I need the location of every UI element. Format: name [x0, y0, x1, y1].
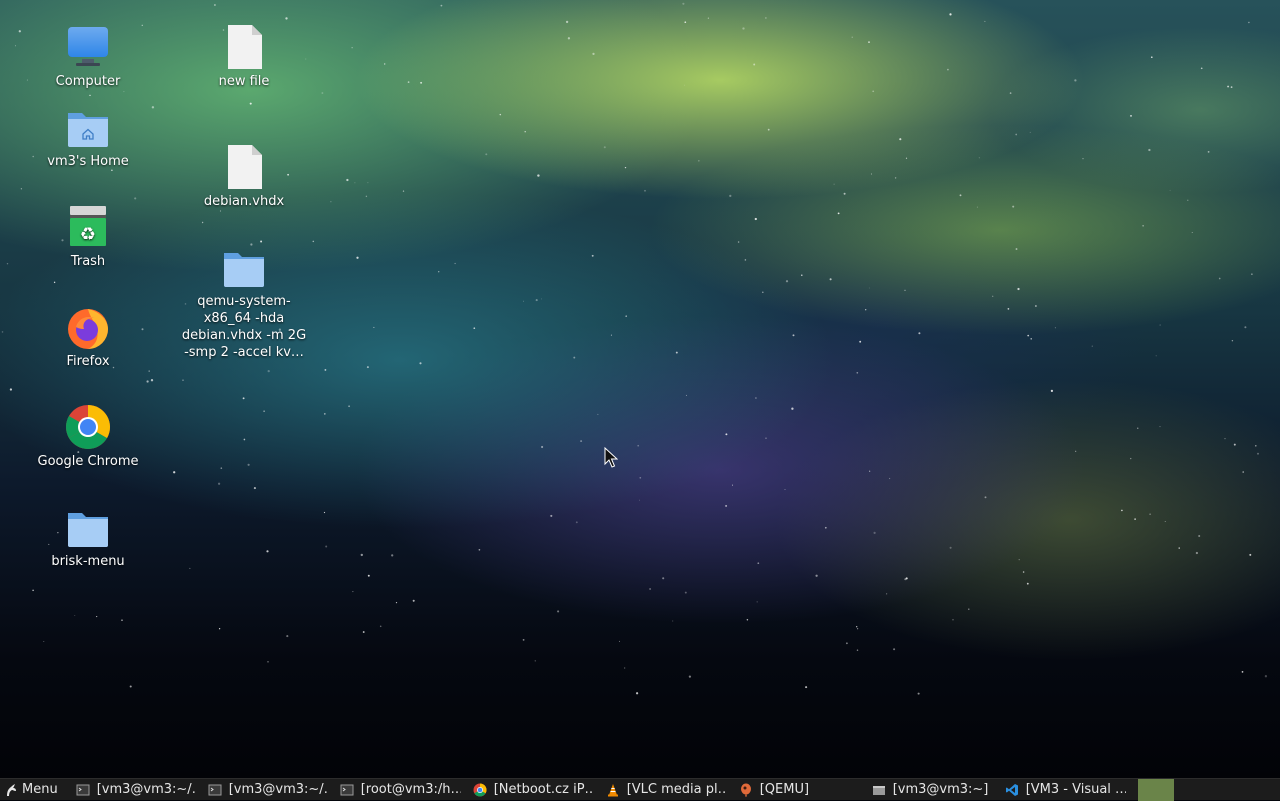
taskbar-item-vscode[interactable]: [VM3 - Visual …: [999, 779, 1132, 801]
desktop-icon-qemu-folder[interactable]: qemu-system-x86_64 -hda debian.vhdx -m 2…: [174, 243, 314, 361]
desktop-icon-label: qemu-system-x86_64 -hda debian.vhdx -m 2…: [181, 294, 307, 360]
taskbar-item-vlc[interactable]: [VLC media pl…: [600, 779, 733, 801]
menu-button[interactable]: Menu: [0, 779, 70, 801]
file-icon: [228, 25, 262, 69]
chrome-icon: [66, 405, 110, 449]
desktop-icon-label: Trash: [70, 254, 106, 269]
desktop-icon-computer[interactable]: Computer: [18, 23, 158, 90]
terminal-icon: [76, 784, 90, 795]
taskbar-item-file-manager[interactable]: [vm3@vm3:~]: [866, 779, 999, 801]
taskbar-item-label: [root@vm3:/h…: [360, 782, 461, 797]
desktop-icon-label: debian.vhdx: [203, 194, 285, 209]
folder-icon: [68, 513, 108, 547]
svg-text:♻: ♻: [80, 224, 96, 245]
taskbar-item-qemu[interactable]: [QEMU]: [733, 779, 866, 801]
workspace-switcher[interactable]: [1137, 778, 1174, 801]
taskbar-item-terminal-1[interactable]: [vm3@vm3:~/…: [70, 779, 202, 801]
taskbar-item-label: [vm3@vm3:~/…: [96, 782, 196, 797]
folder-window-icon: [872, 785, 885, 795]
taskbar-item-terminal-root[interactable]: [root@vm3:/h…: [334, 779, 467, 801]
menu-label: Menu: [22, 782, 58, 797]
desktop-icon-chrome[interactable]: Google Chrome: [18, 403, 158, 470]
desktop-icon-label: Computer: [55, 74, 121, 89]
vlc-icon: [607, 783, 618, 796]
desktop-icon-label: brisk-menu: [51, 554, 125, 569]
computer-icon: [68, 27, 108, 66]
taskbar: Menu [vm3@vm3:~/… [vm3@vm3:~/… [root@vm3…: [0, 778, 1280, 801]
desktop-icon-brisk-menu[interactable]: brisk-menu: [18, 503, 158, 570]
chrome-icon: [473, 783, 487, 796]
desktop-icon-label: Google Chrome: [37, 454, 139, 469]
taskbar-item-label: [vm3@vm3:~]: [892, 782, 989, 797]
taskbar-item-label: [VLC media pl…: [626, 782, 727, 797]
desktop[interactable]: Computer vm3's Home ♻ Trash Firefox Goog…: [0, 0, 1280, 778]
desktop-icon-firefox[interactable]: Firefox: [18, 303, 158, 370]
desktop-icon-home[interactable]: vm3's Home: [18, 103, 158, 170]
brisk-menu-icon: [7, 783, 16, 796]
home-folder-icon: [68, 113, 108, 147]
taskbar-item-label: [vm3@vm3:~/…: [228, 782, 328, 797]
desktop-icon-debian-vhdx[interactable]: debian.vhdx: [174, 143, 314, 210]
terminal-icon: [208, 784, 222, 795]
desktop-icon-trash[interactable]: ♻ Trash: [18, 203, 158, 270]
folder-icon: [224, 253, 264, 287]
trash-icon: ♻: [70, 206, 106, 246]
star-field: [1, 2, 1268, 695]
firefox-icon: [68, 309, 108, 349]
terminal-icon: [340, 784, 354, 795]
taskbar-item-label: [Netboot.cz iP…: [493, 782, 594, 797]
desktop-icon-label: new file: [218, 74, 270, 89]
desktop-icon-new-file[interactable]: new file: [174, 23, 314, 90]
taskbar-item-chrome[interactable]: [Netboot.cz iP…: [467, 779, 600, 801]
taskbar-item-label: [VM3 - Visual …: [1025, 782, 1126, 797]
taskbar-item-terminal-2[interactable]: [vm3@vm3:~/…: [202, 779, 334, 801]
file-icon: [228, 145, 262, 189]
mouse-pointer-icon: [604, 447, 618, 468]
desktop-icon-label: vm3's Home: [47, 154, 129, 169]
qemu-icon: [740, 783, 751, 796]
desktop-icon-label: Firefox: [66, 354, 110, 369]
taskbar-item-label: [QEMU]: [759, 782, 810, 797]
vscode-icon: [1005, 783, 1018, 796]
